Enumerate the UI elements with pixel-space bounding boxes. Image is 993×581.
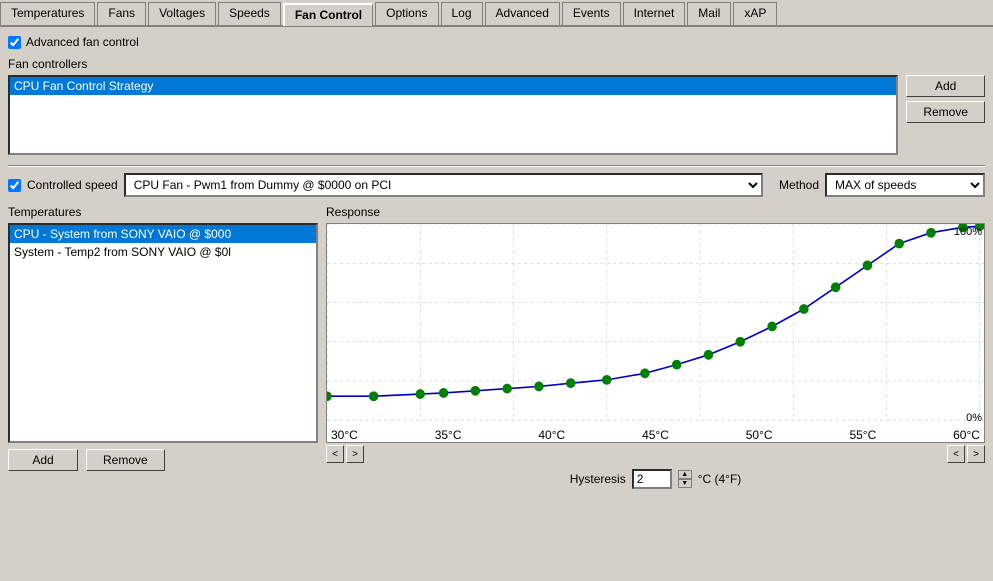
adv-fan-control-row: Advanced fan control — [8, 35, 985, 49]
chart-left-right-button[interactable]: < — [947, 445, 965, 463]
fan-controller-buttons: Add Remove — [906, 75, 985, 155]
x-label-50: 50°C — [746, 428, 773, 442]
controlled-speed-row: Controlled speed CPU Fan - Pwm1 from Dum… — [8, 173, 985, 197]
temperatures-list[interactable]: CPU - System from SONY VAIO @ $000 Syste… — [8, 223, 318, 443]
main-content: Advanced fan control Fan controllers CPU… — [0, 27, 993, 497]
hysteresis-up-button[interactable]: ▲ — [678, 470, 692, 479]
temperatures-section: Temperatures CPU - System from SONY VAIO… — [8, 205, 318, 489]
tab-mail[interactable]: Mail — [687, 2, 731, 25]
adv-fan-control-label: Advanced fan control — [26, 35, 139, 49]
chart-nav-right: < > — [947, 445, 985, 463]
add-fan-controller-button[interactable]: Add — [906, 75, 985, 97]
x-label-55: 55°C — [849, 428, 876, 442]
tab-temperatures[interactable]: Temperatures — [0, 2, 95, 25]
temp-item-1[interactable]: System - Temp2 from SONY VAIO @ $0l — [10, 243, 316, 261]
tab-fans[interactable]: Fans — [97, 2, 146, 25]
chart-0-label: 0% — [966, 412, 982, 424]
controlled-speed-label: Controlled speed — [27, 178, 118, 192]
tab-bar: Temperatures Fans Voltages Speeds Fan Co… — [0, 0, 993, 27]
chart-left-button[interactable]: < — [326, 445, 344, 463]
response-label: Response — [326, 205, 985, 219]
fan-controllers-list[interactable]: CPU Fan Control Strategy — [8, 75, 898, 155]
response-chart[interactable]: 100% 0% — [326, 223, 985, 443]
tab-fan-control[interactable]: Fan Control — [283, 3, 373, 26]
x-label-40: 40°C — [538, 428, 565, 442]
hysteresis-input[interactable] — [632, 469, 672, 489]
tab-voltages[interactable]: Voltages — [148, 2, 216, 25]
separator — [8, 165, 985, 167]
tab-speeds[interactable]: Speeds — [218, 2, 281, 25]
chart-svg — [327, 224, 984, 442]
hysteresis-spinner: ▲ ▼ — [678, 470, 692, 488]
method-label: Method — [779, 178, 819, 192]
hysteresis-down-button[interactable]: ▼ — [678, 479, 692, 488]
chart-nav-row: < > < > — [326, 445, 985, 463]
tab-events[interactable]: Events — [562, 2, 621, 25]
remove-temp-button[interactable]: Remove — [86, 449, 165, 471]
x-label-35: 35°C — [435, 428, 462, 442]
x-label-60: 60°C — [953, 428, 980, 442]
chart-nav-left: < > — [326, 445, 364, 463]
bottom-area: Temperatures CPU - System from SONY VAIO… — [8, 205, 985, 489]
chart-100-label: 100% — [954, 226, 982, 238]
method-select[interactable]: MAX of speeds — [825, 173, 985, 197]
x-axis-labels: 30°C 35°C 40°C 45°C 50°C 55°C 60°C — [327, 428, 984, 442]
x-label-45: 45°C — [642, 428, 669, 442]
add-temp-button[interactable]: Add — [8, 449, 78, 471]
adv-fan-control-checkbox[interactable] — [8, 36, 21, 49]
controlled-speed-checkbox[interactable] — [8, 179, 21, 192]
remove-fan-controller-button[interactable]: Remove — [906, 101, 985, 123]
tab-options[interactable]: Options — [375, 2, 438, 25]
chart-right-button[interactable]: > — [967, 445, 985, 463]
fan-controllers-area: CPU Fan Control Strategy Add Remove — [8, 75, 985, 155]
x-label-30: 30°C — [331, 428, 358, 442]
fan-controller-item[interactable]: CPU Fan Control Strategy — [10, 77, 896, 95]
temperatures-label: Temperatures — [8, 205, 318, 219]
temp-item-0[interactable]: CPU - System from SONY VAIO @ $000 — [10, 225, 316, 243]
tab-xap[interactable]: xAP — [733, 2, 777, 25]
controlled-speed-select[interactable]: CPU Fan - Pwm1 from Dummy @ $0000 on PCI — [124, 173, 763, 197]
tab-advanced[interactable]: Advanced — [485, 2, 560, 25]
hysteresis-label: Hysteresis — [570, 472, 626, 486]
hysteresis-row: Hysteresis ▲ ▼ °C (4°F) — [326, 469, 985, 489]
chart-right-left-button[interactable]: > — [346, 445, 364, 463]
tab-log[interactable]: Log — [441, 2, 483, 25]
hysteresis-unit: °C (4°F) — [698, 472, 742, 486]
tab-internet[interactable]: Internet — [623, 2, 686, 25]
response-section: Response 100% 0% — [326, 205, 985, 489]
temp-buttons: Add Remove — [8, 449, 318, 471]
fan-controllers-label: Fan controllers — [8, 57, 985, 71]
